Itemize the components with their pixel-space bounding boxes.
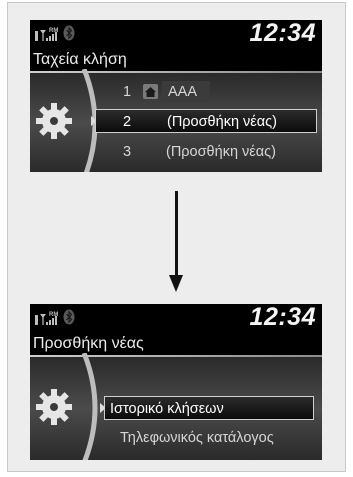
screen-title: Προσθήκη νέας	[33, 335, 144, 352]
speed-dial-screen: RM 12:34 Ταχεία κλήση 1 AAA 2 (Προσθήκη …	[30, 20, 322, 172]
bluetooth-icon	[63, 25, 75, 41]
gear-icon	[36, 103, 72, 139]
clock: 12:34	[249, 20, 316, 47]
item-label: (Προσθήκη νέας)	[167, 114, 277, 130]
item-number: 2	[123, 114, 132, 130]
bluetooth-icon	[63, 309, 75, 325]
item-label: Ιστορικό κλήσεων	[110, 401, 224, 417]
item-number: 3	[123, 144, 132, 160]
signal-bars-icon: RM	[35, 312, 58, 325]
arrow-down-icon	[175, 191, 178, 281]
list-item-selected[interactable]: Ιστορικό κλήσεων	[104, 396, 314, 420]
list-item[interactable]: 1 AAA	[123, 80, 313, 104]
signal-bars-icon: RM	[35, 28, 58, 41]
item-label: AAA	[168, 84, 198, 100]
clock: 12:34	[249, 304, 316, 331]
item-label: Τηλεφωνικός κατάλογος	[120, 430, 274, 446]
signal-label: RM	[49, 28, 58, 34]
status-bar: RM 12:34	[30, 304, 322, 331]
status-bar: RM 12:34	[30, 20, 322, 47]
signal-label: RM	[49, 312, 58, 318]
arrow-head	[169, 275, 183, 292]
screen-title: Ταχεία κλήση	[33, 51, 127, 68]
item-label: (Προσθήκη νέας)	[166, 144, 276, 160]
list-item-selected[interactable]: 2 (Προσθήκη νέας)	[95, 109, 317, 133]
list-item[interactable]: Τηλεφωνικός κατάλογος	[120, 426, 320, 450]
home-icon	[143, 84, 158, 99]
gear-icon	[36, 389, 72, 425]
add-new-screen: RM 12:34 Προσθήκη νέας Ιστορικό κλήσεων	[30, 304, 322, 460]
item-number: 1	[123, 84, 132, 100]
list-item[interactable]: 3 (Προσθήκη νέας)	[123, 140, 313, 164]
